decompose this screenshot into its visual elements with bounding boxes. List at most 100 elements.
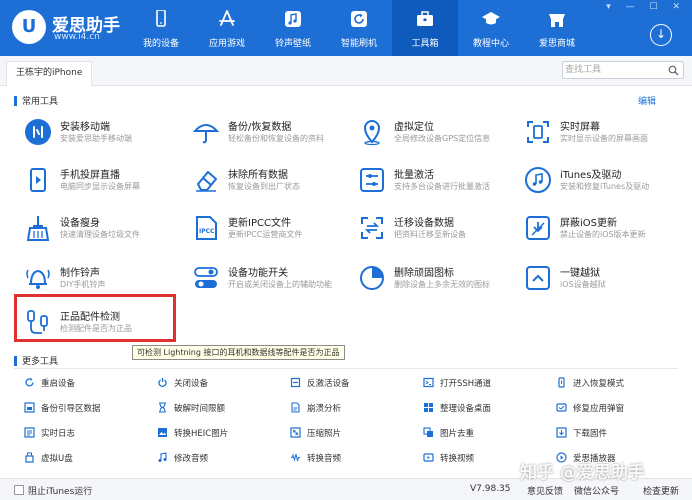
block-itunes-label[interactable]: 阻止iTunes运行 bbox=[28, 484, 92, 497]
more-convert-heic[interactable]: 转换HEIC图片 bbox=[157, 427, 228, 441]
search-box[interactable] bbox=[562, 61, 684, 79]
more-edit-audio[interactable]: 修改音频 bbox=[157, 452, 208, 466]
device-bar: 王栋宇的iPhone bbox=[0, 56, 692, 86]
pie-chart-icon bbox=[360, 266, 384, 290]
check-update-link[interactable]: 检查更新 bbox=[643, 484, 679, 497]
tool-itunes-driver[interactable]: iTunes及驱动 安装和修复iTunes及驱动 bbox=[524, 164, 689, 204]
tool-update-ipcc[interactable]: IPCC 更新IPCC文件 更新IPCC运营商文件 bbox=[192, 212, 357, 252]
divider bbox=[14, 368, 678, 369]
tool-name: 删除顽固图标 bbox=[394, 268, 454, 279]
more-open-ssh[interactable]: 打开SSH通道 bbox=[423, 377, 491, 391]
nav-label: 我的设备 bbox=[142, 39, 179, 49]
tool-desc: 把资料迁移至新设备 bbox=[394, 230, 466, 239]
more-crash-analysis[interactable]: 崩溃分析 bbox=[290, 402, 341, 416]
tool-desc: 全局修改设备GPS定位信息 bbox=[394, 134, 491, 143]
tool-name: 备份/恢复数据 bbox=[228, 122, 292, 133]
tool-name: 更新IPCC文件 bbox=[228, 218, 291, 229]
tool-erase-all[interactable]: 抹除所有数据 恢复设备到出厂状态 bbox=[192, 164, 357, 204]
nav-apps-games[interactable]: 应用游戏 bbox=[194, 0, 260, 56]
more-backup-boot[interactable]: 备份引导区数据 bbox=[24, 402, 101, 416]
edit-link[interactable]: 编辑 bbox=[638, 94, 656, 107]
restart-icon bbox=[25, 378, 34, 387]
more-image-dedupe[interactable]: 图片去重 bbox=[423, 427, 474, 441]
nav-toolbox[interactable]: 工具箱 bbox=[392, 0, 458, 56]
tool-name: 实时屏幕 bbox=[560, 122, 600, 133]
tool-name: 屏蔽iOS更新 bbox=[560, 218, 617, 229]
nav-tutorials[interactable]: 教程中心 bbox=[458, 0, 524, 56]
tool-block-ios-update[interactable]: 屏蔽iOS更新 禁止设备的iOS版本更新 bbox=[524, 212, 689, 252]
more-realtime-log[interactable]: 实时日志 bbox=[24, 427, 75, 441]
tool-backup-restore[interactable]: 备份/恢复数据 轻松备份和恢复设备的资料 bbox=[192, 116, 357, 156]
cast-screen-icon bbox=[30, 168, 46, 192]
feedback-link[interactable]: 意见反馈 bbox=[527, 484, 563, 497]
svg-text:IPCC: IPCC bbox=[199, 228, 215, 235]
tool-virtual-location[interactable]: 虚拟定位 全局修改设备GPS定位信息 bbox=[358, 116, 523, 156]
toggle-icon bbox=[194, 267, 218, 288]
organize-desktop-icon bbox=[424, 403, 433, 412]
tool-install-mobile[interactable]: 安装移动端 安装爱思助手移动端 bbox=[24, 116, 189, 156]
tool-name: 一键越狱 bbox=[560, 268, 600, 279]
tooltip: 可检测 Lightning 接口的耳机和数据线等配件是否为正品 bbox=[132, 345, 345, 360]
app-logo[interactable]: U 爱思助手 www.i4.cn bbox=[12, 8, 132, 48]
tool-desc: 安装和修复iTunes及驱动 bbox=[560, 182, 650, 191]
tool-device-cleanup[interactable]: 设备瘦身 快速清理设备垃圾文件 bbox=[24, 212, 189, 252]
tool-one-click-jailbreak[interactable]: 一键越狱 iOS设备越狱 bbox=[524, 262, 689, 302]
tool-name: 安装移动端 bbox=[60, 122, 110, 133]
search-icon[interactable] bbox=[668, 65, 679, 76]
nav-my-device[interactable]: 我的设备 bbox=[128, 0, 194, 56]
more-recovery-mode[interactable]: 进入恢复模式 bbox=[556, 377, 624, 391]
more-crack-time-limit[interactable]: 破解时间限额 bbox=[157, 402, 225, 416]
nav-smart-flash[interactable]: 智能刷机 bbox=[326, 0, 392, 56]
tool-delete-stubborn-icons[interactable]: 删除顽固图标 删除设备上多余无效的图标 bbox=[358, 262, 523, 302]
tool-name: iTunes及驱动 bbox=[560, 170, 622, 181]
video-convert-icon bbox=[423, 453, 434, 462]
more-restart-device[interactable]: 重启设备 bbox=[24, 377, 75, 391]
audio-convert-icon bbox=[291, 453, 300, 462]
backup-boot-icon bbox=[24, 402, 35, 413]
tool-desc: 恢复设备到出厂状态 bbox=[228, 182, 300, 191]
nav-ringtones-wallpapers[interactable]: 铃声壁纸 bbox=[260, 0, 326, 56]
window-controls[interactable]: ▾ — ☐ ✕ bbox=[606, 2, 686, 12]
main-nav: 我的设备 应用游戏 铃声壁纸 智能刷机 工具箱 教程中心 爱思商城 bbox=[128, 0, 590, 56]
search-input[interactable] bbox=[565, 63, 665, 77]
more-compress-photo[interactable]: 压缩照片 bbox=[290, 427, 341, 441]
firmware-download-icon bbox=[556, 427, 567, 438]
tool-desc: 实时显示设备的屏幕画面 bbox=[560, 134, 648, 143]
wechat-link[interactable]: 微信公众号 bbox=[574, 484, 619, 497]
usb-drive-icon bbox=[25, 452, 34, 463]
more-download-firmware[interactable]: 下载固件 bbox=[556, 427, 607, 441]
device-tab[interactable]: 王栋宇的iPhone bbox=[6, 61, 93, 86]
more-convert-video[interactable]: 转换视频 bbox=[423, 452, 474, 466]
more-organize-desktop[interactable]: 整理设备桌面 bbox=[423, 402, 491, 416]
app-url: www.i4.cn bbox=[54, 32, 100, 42]
tool-screen-cast[interactable]: 手机投屏直播 电脑同步显示设备屏幕 bbox=[24, 164, 189, 204]
nav-shop[interactable]: 爱思商城 bbox=[524, 0, 590, 56]
tool-desc: 更新IPCC运营商文件 bbox=[228, 230, 303, 239]
app-store-icon bbox=[219, 10, 235, 26]
more-deactivate-device[interactable]: 反激活设备 bbox=[290, 377, 350, 391]
heic-icon bbox=[158, 428, 167, 437]
compress-photo-icon bbox=[290, 427, 301, 438]
more-convert-audio[interactable]: 转换音频 bbox=[290, 452, 341, 466]
tool-desc: iOS设备越狱 bbox=[560, 280, 606, 289]
more-virtual-usb[interactable]: 虚拟U盘 bbox=[24, 452, 73, 466]
toolbox-icon bbox=[417, 11, 433, 26]
eraser-icon bbox=[196, 171, 217, 192]
tool-feature-switch[interactable]: 设备功能开关 开启或关闭设备上的辅助功能 bbox=[192, 262, 357, 302]
more-shutdown-device[interactable]: 关闭设备 bbox=[157, 377, 208, 391]
install-mobile-icon bbox=[25, 119, 51, 145]
tool-batch-activate[interactable]: 批量激活 支持多台设备进行批量激活 bbox=[358, 164, 523, 204]
common-tools-title: 常用工具 bbox=[14, 94, 58, 107]
download-button[interactable]: ↓ bbox=[650, 24, 672, 46]
tool-desc: 快速清理设备垃圾文件 bbox=[60, 230, 140, 239]
nav-label: 工具箱 bbox=[411, 39, 439, 49]
tool-realtime-screen[interactable]: 实时屏幕 实时显示设备的屏幕画面 bbox=[524, 116, 689, 156]
tool-migrate-data[interactable]: 迁移设备数据 把资料迁移至新设备 bbox=[358, 212, 523, 252]
tool-name: 设备功能开关 bbox=[228, 268, 288, 279]
download-arrow-icon: ↓ bbox=[655, 27, 667, 41]
block-itunes-checkbox[interactable] bbox=[14, 485, 24, 495]
more-fix-app-popup[interactable]: 修复应用弹窗 bbox=[556, 402, 624, 416]
broom-icon bbox=[26, 216, 50, 241]
nav-label: 教程中心 bbox=[472, 39, 509, 49]
music-icon bbox=[285, 11, 301, 27]
